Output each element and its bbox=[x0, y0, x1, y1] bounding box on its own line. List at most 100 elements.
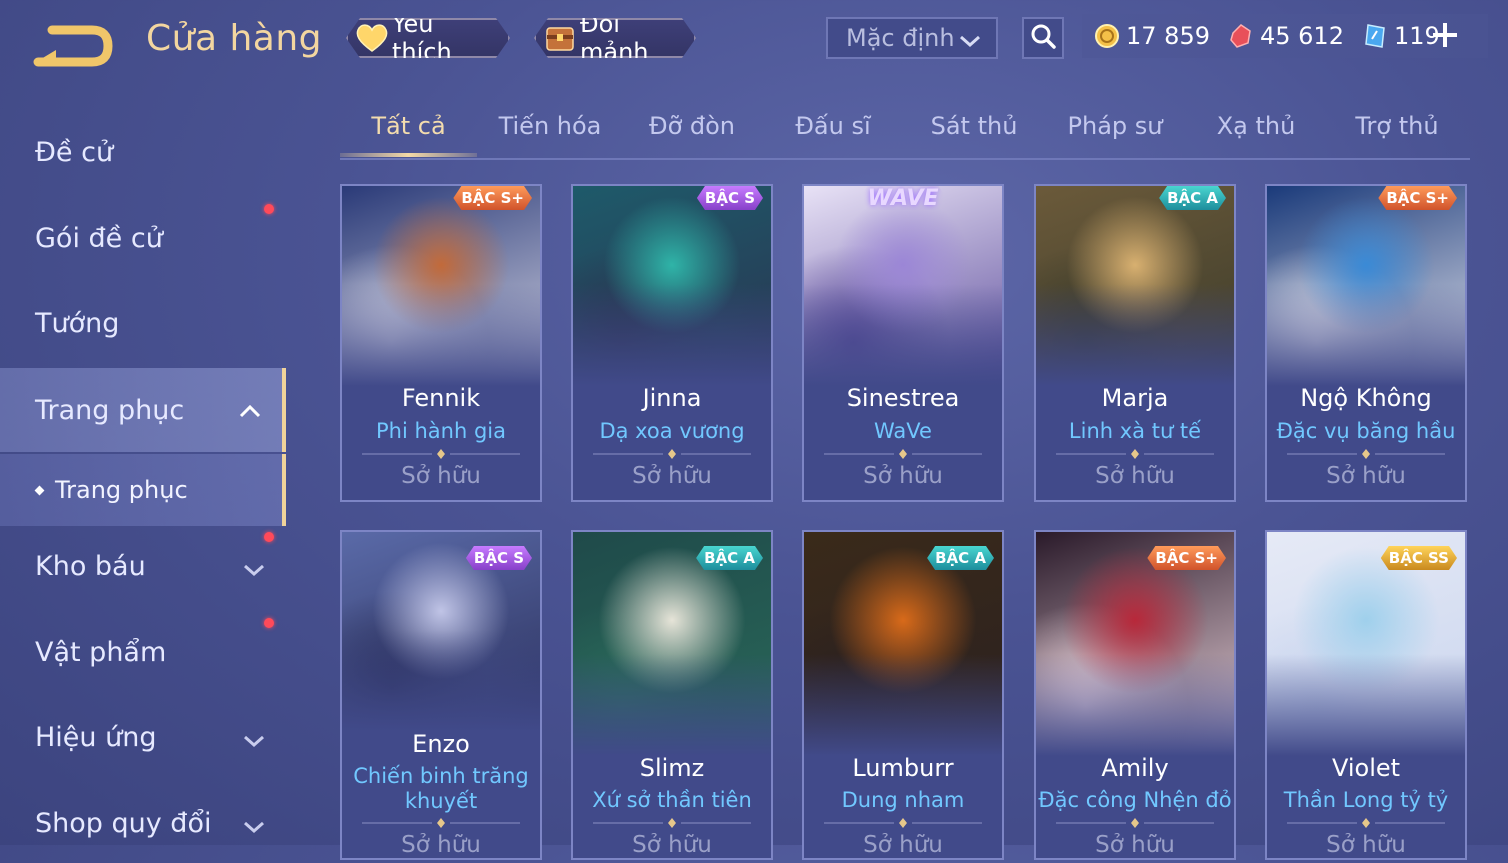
sidebar-item-skins[interactable]: Trang phục bbox=[0, 368, 286, 452]
chest-icon bbox=[544, 22, 576, 54]
tab-mage[interactable]: Pháp sư bbox=[1047, 112, 1183, 140]
hero-name: Enzo bbox=[412, 730, 470, 758]
back-icon[interactable] bbox=[32, 20, 116, 68]
search-button[interactable] bbox=[1022, 17, 1064, 59]
skin-name: Phi hành gia bbox=[376, 419, 506, 443]
sidebar-item-treasure[interactable]: Kho báu bbox=[0, 526, 286, 606]
category-tabs: Tất cả Tiến hóa Đỡ đòn Đấu sĩ Sát thủ Ph… bbox=[340, 100, 1470, 160]
tab-tank[interactable]: Đỡ đòn bbox=[624, 112, 760, 140]
skin-card[interactable]: Violet Thần Long tỷ tỷ Sở hữu BẬC SS bbox=[1265, 530, 1467, 860]
tab-assassin[interactable]: Sát thủ bbox=[906, 112, 1042, 140]
skin-name: Linh xà tư tế bbox=[1068, 419, 1202, 443]
sidebar-item-recommended[interactable]: Đề cử bbox=[0, 112, 286, 192]
skin-name: Xứ sở thần tiên bbox=[592, 788, 752, 812]
favorite-label: Yêu thích bbox=[392, 10, 452, 66]
chevron-up-icon bbox=[238, 398, 262, 429]
skin-name: Dạ xoa vương bbox=[599, 419, 745, 443]
hero-name: Amily bbox=[1101, 754, 1169, 782]
divider-ornament bbox=[1056, 818, 1214, 828]
red-gem-icon bbox=[1228, 23, 1254, 49]
hero-name: Jinna bbox=[642, 384, 702, 412]
skin-card[interactable]: Amily Đặc công Nhện đỏ Sở hữu BẬC S+ bbox=[1034, 530, 1236, 860]
currency-bar: 17 859 45 612 119 bbox=[1082, 14, 1488, 58]
divider-ornament bbox=[824, 449, 982, 459]
sidebar-subitem-label: Trang phục bbox=[55, 476, 188, 504]
tier-badge: BẬC S bbox=[697, 186, 763, 210]
ownership-status: Sở hữu bbox=[863, 463, 943, 489]
hero-name: Lumburr bbox=[852, 754, 954, 782]
heart-icon bbox=[356, 22, 388, 54]
ownership-status: Sở hữu bbox=[632, 832, 712, 858]
sidebar-item-label: Gói đề cử bbox=[35, 222, 163, 254]
chevron-down-icon bbox=[242, 727, 266, 758]
ownership-status: Sở hữu bbox=[863, 832, 943, 858]
voucher-balance: 119 bbox=[1362, 22, 1440, 50]
hero-name: Ngộ Không bbox=[1300, 384, 1432, 412]
page-title: Cửa hàng bbox=[146, 18, 323, 59]
skin-name: WaVe bbox=[874, 419, 932, 443]
skin-card[interactable]: Fennik Phi hành gia Sở hữu BẬC S+ bbox=[340, 184, 542, 502]
tier-badge: BẬC A bbox=[696, 546, 763, 570]
hero-name: Marja bbox=[1101, 384, 1169, 412]
tab-evolution[interactable]: Tiến hóa bbox=[482, 112, 618, 140]
hero-name: Slimz bbox=[639, 754, 705, 782]
sidebar-item-label: Đề cử bbox=[35, 136, 114, 168]
ownership-status: Sở hữu bbox=[1095, 463, 1175, 489]
divider-ornament bbox=[593, 449, 751, 459]
sidebar-item-label: Hiệu ứng bbox=[35, 721, 157, 753]
notification-dot bbox=[264, 532, 274, 542]
sidebar-item-effects[interactable]: Hiệu ứng bbox=[0, 697, 286, 777]
hero-name: Violet bbox=[1331, 754, 1401, 782]
divider-ornament bbox=[1056, 449, 1214, 459]
divider-ornament bbox=[1287, 449, 1445, 459]
sidebar-item-items[interactable]: Vật phẩm bbox=[0, 612, 286, 692]
plus-icon[interactable] bbox=[1430, 20, 1460, 50]
skin-card[interactable]: Slimz Xứ sở thần tiên Sở hữu BẬC A bbox=[571, 530, 773, 860]
skin-card[interactable]: Ngộ Không Đặc vụ băng hầu Sở hữu BẬC S+ bbox=[1265, 184, 1467, 502]
tier-badge: BẬC A bbox=[1159, 186, 1226, 210]
skin-card[interactable]: Jinna Dạ xoa vương Sở hữu BẬC S bbox=[571, 184, 773, 502]
sidebar-item-label: Vật phẩm bbox=[35, 636, 167, 668]
skin-card[interactable]: Enzo Chiến binh trăng khuyết Sở hữu BẬC … bbox=[340, 530, 542, 860]
tier-badge: BẬC S+ bbox=[1147, 546, 1226, 570]
sort-dropdown[interactable]: Mặc định bbox=[826, 17, 998, 59]
gem-value: 45 612 bbox=[1259, 22, 1344, 50]
sidebar-item-exchange-shop[interactable]: Shop quy đổi bbox=[0, 783, 286, 863]
sidebar-item-label: Trang phục bbox=[35, 394, 185, 426]
divider-ornament bbox=[362, 818, 520, 828]
tab-marksman[interactable]: Xạ thủ bbox=[1188, 112, 1324, 140]
gem-balance: 45 612 bbox=[1228, 22, 1344, 50]
sidebar-item-bundles[interactable]: Gói đề cử bbox=[0, 198, 286, 278]
tier-badge: BẬC S+ bbox=[453, 186, 532, 210]
tier-badge: BẬC S bbox=[466, 546, 532, 570]
shard-exchange-button[interactable]: Đổi mảnh bbox=[534, 18, 696, 58]
tab-all[interactable]: Tất cả bbox=[340, 112, 477, 140]
tab-support[interactable]: Trợ thủ bbox=[1329, 112, 1465, 140]
tier-badge: BẬC A bbox=[927, 546, 994, 570]
sidebar-item-heroes[interactable]: Tướng bbox=[0, 283, 286, 363]
ownership-status: Sở hữu bbox=[632, 463, 712, 489]
favorite-button[interactable]: Yêu thích bbox=[346, 18, 510, 58]
ownership-status: Sở hữu bbox=[1326, 832, 1406, 858]
ownership-status: Sở hữu bbox=[401, 463, 481, 489]
skin-card[interactable]: Lumburr Dung nham Sở hữu BẬC A bbox=[802, 530, 1004, 860]
hero-name: Sinestrea bbox=[846, 384, 960, 412]
active-tab-indicator bbox=[340, 153, 477, 157]
shard-label: Đổi mảnh bbox=[580, 10, 649, 66]
ownership-status: Sở hữu bbox=[401, 832, 481, 858]
divider-ornament bbox=[362, 449, 520, 459]
sidebar-subitem-skins[interactable]: Trang phục bbox=[0, 454, 286, 526]
chevron-down-icon bbox=[958, 29, 982, 57]
sort-value: Mặc định bbox=[846, 24, 955, 52]
blue-voucher-icon bbox=[1362, 23, 1388, 49]
sidebar-item-label: Tướng bbox=[35, 307, 120, 339]
search-icon bbox=[1029, 22, 1057, 54]
top-bar: Cửa hàng Yêu thích Đổi mảnh Mặc định 17 … bbox=[0, 0, 1508, 80]
tab-fighter[interactable]: Đấu sĩ bbox=[765, 112, 901, 140]
diamond-bullet-icon bbox=[34, 485, 45, 495]
notification-dot bbox=[264, 618, 274, 628]
skin-card[interactable]: Sinestrea WaVe Sở hữu WAVE bbox=[802, 184, 1004, 502]
skin-card[interactable]: Marja Linh xà tư tế Sở hữu BẬC A bbox=[1034, 184, 1236, 502]
gold-balance: 17 859 bbox=[1094, 22, 1210, 50]
notification-dot bbox=[264, 204, 274, 214]
